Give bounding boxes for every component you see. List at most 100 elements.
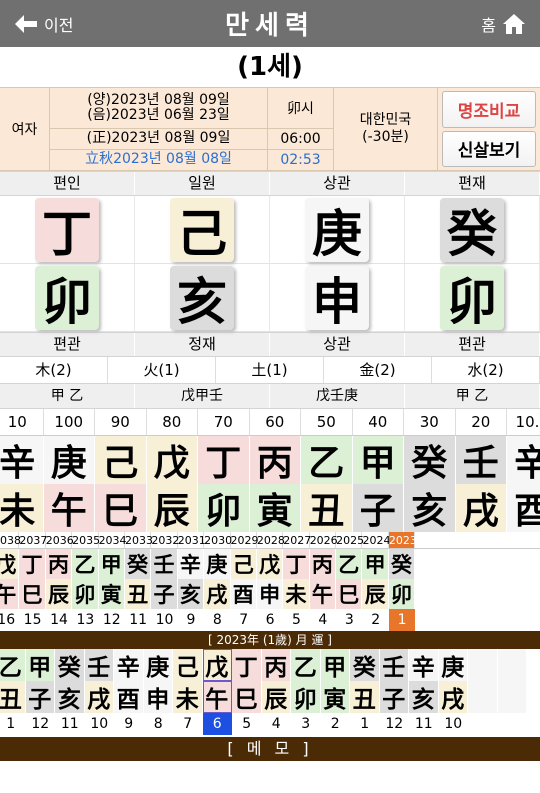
serun-stem[interactable]: 丁 bbox=[19, 549, 46, 579]
branch-tile[interactable]: 申 bbox=[305, 265, 369, 331]
serun-year[interactable]: 2028 bbox=[257, 532, 285, 548]
daeun-stem[interactable]: 癸 bbox=[404, 436, 456, 484]
daeun-stem[interactable]: 壬 bbox=[455, 436, 507, 484]
month-number[interactable]: 4 bbox=[262, 713, 292, 735]
daeun-stem[interactable]: 庚 bbox=[43, 436, 95, 484]
daeun-stem[interactable]: 丁 bbox=[198, 436, 250, 484]
serun-year[interactable]: 2031 bbox=[178, 532, 206, 548]
month-stem[interactable]: 戊 bbox=[202, 649, 232, 681]
serun-year[interactable]: 2026 bbox=[310, 532, 338, 548]
serun-age[interactable]: 12 bbox=[99, 609, 125, 631]
serun-year[interactable]: 2023 bbox=[388, 532, 417, 548]
serun-stem[interactable]: 乙 bbox=[336, 549, 363, 579]
serun-age[interactable]: 11 bbox=[125, 609, 151, 631]
serun-year[interactable]: 2030 bbox=[204, 532, 232, 548]
daeun-stem[interactable]: 辛 bbox=[507, 436, 540, 484]
month-number[interactable]: 6 bbox=[202, 713, 232, 735]
serun-year[interactable]: 2027 bbox=[283, 532, 311, 548]
daeun-stem[interactable]: 甲 bbox=[352, 436, 404, 484]
month-stem[interactable]: 癸 bbox=[55, 649, 85, 681]
month-branch[interactable]: 午 bbox=[202, 681, 232, 713]
serun-branch[interactable]: 巳 bbox=[336, 579, 363, 609]
month-stem[interactable]: 癸 bbox=[350, 649, 380, 681]
serun-branch[interactable]: 午 bbox=[309, 579, 337, 609]
month-branch[interactable]: 亥 bbox=[55, 681, 85, 713]
back-button[interactable]: 이전 bbox=[0, 12, 73, 36]
serun-age[interactable]: 15 bbox=[19, 609, 45, 631]
serun-branch[interactable]: 酉 bbox=[230, 579, 257, 609]
serun-stem[interactable]: 戊 bbox=[256, 549, 284, 579]
month-number[interactable] bbox=[468, 713, 498, 735]
month-branch[interactable]: 卯 bbox=[291, 681, 321, 713]
month-stem[interactable]: 乙 bbox=[0, 649, 26, 681]
month-number[interactable]: 1 bbox=[350, 713, 380, 735]
daeun-stem[interactable]: 戊 bbox=[146, 436, 198, 484]
serun-branch[interactable]: 未 bbox=[283, 579, 310, 609]
month-branch[interactable] bbox=[497, 681, 527, 713]
month-stem[interactable]: 庚 bbox=[438, 649, 468, 681]
daeun-age[interactable]: 50 bbox=[301, 409, 353, 435]
month-number[interactable]: 3 bbox=[291, 713, 321, 735]
serun-stem[interactable]: 丙 bbox=[45, 549, 73, 579]
serun-stem[interactable]: 辛 bbox=[177, 549, 205, 579]
month-branch[interactable]: 子 bbox=[25, 681, 55, 713]
serun-age[interactable]: 1 bbox=[388, 609, 416, 631]
stem-tile[interactable]: 丁 bbox=[35, 197, 99, 263]
serun-stem[interactable]: 己 bbox=[230, 549, 257, 579]
month-stem[interactable]: 甲 bbox=[25, 649, 55, 681]
serun-stem[interactable]: 戊 bbox=[0, 549, 20, 579]
daeun-stem[interactable]: 丙 bbox=[249, 436, 301, 484]
serun-age[interactable]: 14 bbox=[46, 609, 72, 631]
serun-year[interactable]: 2035 bbox=[72, 532, 100, 548]
month-stem[interactable]: 辛 bbox=[409, 649, 439, 681]
month-branch[interactable]: 亥 bbox=[409, 681, 439, 713]
daeun-age[interactable]: 10 bbox=[0, 409, 44, 435]
serun-year[interactable]: 2034 bbox=[99, 532, 127, 548]
month-number[interactable]: 12 bbox=[380, 713, 410, 735]
stem-tile[interactable]: 庚 bbox=[305, 197, 369, 263]
serun-age[interactable]: 7 bbox=[231, 609, 257, 631]
serun-age[interactable]: 3 bbox=[336, 609, 362, 631]
home-button[interactable]: 홈 bbox=[481, 12, 540, 36]
month-branch[interactable]: 巳 bbox=[232, 681, 262, 713]
daeun-stem[interactable]: 己 bbox=[95, 436, 147, 484]
serun-age[interactable]: 8 bbox=[204, 609, 230, 631]
serun-age[interactable]: 16 bbox=[0, 609, 19, 631]
month-branch[interactable]: 酉 bbox=[114, 681, 144, 713]
serun-year[interactable]: 2025 bbox=[336, 532, 364, 548]
serun-stem[interactable]: 甲 bbox=[362, 549, 389, 579]
serun-branch[interactable]: 辰 bbox=[45, 579, 73, 609]
serun-branch[interactable]: 巳 bbox=[19, 579, 46, 609]
daeun-branch[interactable]: 亥 bbox=[404, 484, 456, 532]
month-stem[interactable]: 己 bbox=[173, 649, 203, 681]
daeun-age[interactable]: 70 bbox=[198, 409, 250, 435]
daeun-branch[interactable]: 未 bbox=[0, 484, 44, 532]
branch-tile[interactable]: 卯 bbox=[35, 265, 99, 331]
month-stem[interactable]: 丁 bbox=[232, 649, 262, 681]
daeun-branch[interactable]: 寅 bbox=[249, 484, 301, 532]
branch-tile[interactable]: 亥 bbox=[170, 265, 234, 331]
month-number[interactable]: 10 bbox=[439, 713, 469, 735]
month-branch[interactable]: 子 bbox=[379, 681, 409, 713]
serun-age[interactable]: 2 bbox=[362, 609, 388, 631]
month-number[interactable]: 11 bbox=[409, 713, 439, 735]
branch-tile[interactable]: 卯 bbox=[440, 265, 504, 331]
month-number[interactable]: 7 bbox=[173, 713, 203, 735]
compare-chart-button[interactable]: 명조비교 bbox=[442, 91, 536, 128]
daeun-branch[interactable]: 午 bbox=[43, 484, 95, 532]
daeun-age[interactable]: 80 bbox=[147, 409, 198, 435]
month-branch[interactable] bbox=[468, 681, 498, 713]
month-stem[interactable]: 甲 bbox=[320, 649, 350, 681]
serun-stem[interactable]: 丁 bbox=[283, 549, 310, 579]
month-number[interactable] bbox=[498, 713, 528, 735]
daeun-branch[interactable]: 丑 bbox=[301, 484, 353, 532]
daeun-age[interactable]: 30 bbox=[404, 409, 456, 435]
serun-year[interactable]: 2038 bbox=[0, 532, 21, 548]
daeun-branch[interactable]: 辰 bbox=[146, 484, 198, 532]
month-stem[interactable] bbox=[468, 649, 498, 681]
month-number[interactable]: 12 bbox=[26, 713, 56, 735]
serun-branch[interactable]: 申 bbox=[256, 579, 284, 609]
month-stem[interactable] bbox=[497, 649, 527, 681]
month-stem[interactable]: 辛 bbox=[114, 649, 144, 681]
month-number[interactable]: 5 bbox=[232, 713, 262, 735]
